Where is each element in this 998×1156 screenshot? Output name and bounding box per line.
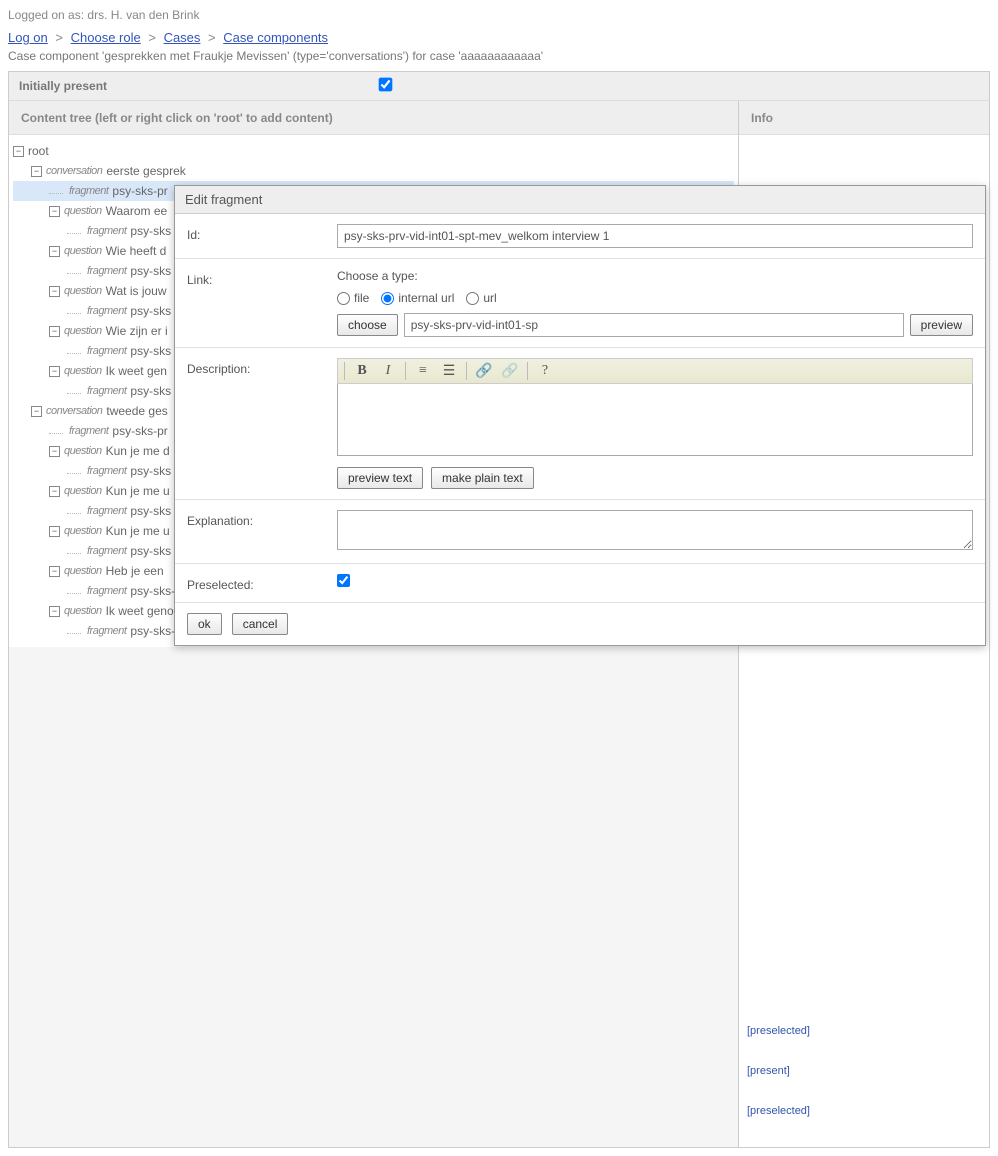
info-cell [747, 901, 981, 921]
info-cell [747, 941, 981, 961]
initially-present-label: Initially present [19, 79, 379, 93]
description-textarea[interactable] [337, 384, 973, 456]
info-cell [747, 701, 981, 721]
tree-toggle[interactable]: − [49, 606, 60, 617]
info-cell: [preselected] [747, 1101, 981, 1121]
breadcrumb-case-components[interactable]: Case components [223, 30, 328, 45]
info-cell [747, 981, 981, 1001]
breadcrumb-cases[interactable]: Cases [164, 30, 201, 45]
tree-root[interactable]: root [28, 141, 49, 161]
link-icon[interactable]: 🔗 [475, 363, 493, 380]
unordered-list-icon[interactable]: ☰ [440, 363, 458, 380]
tree-toggle[interactable]: − [49, 486, 60, 497]
info-cell [747, 741, 981, 761]
info-header: Info [739, 101, 989, 135]
richtext-toolbar: B I ≡ ☰ 🔗 🔗 ? [337, 358, 973, 384]
ordered-list-icon[interactable]: ≡ [414, 363, 432, 379]
radio-internal-url[interactable] [381, 292, 394, 305]
bold-icon[interactable]: B [353, 363, 371, 379]
tree-toggle[interactable]: − [49, 566, 60, 577]
tree-toggle[interactable]: − [49, 446, 60, 457]
info-cell [747, 861, 981, 881]
logged-on-status: Logged on as: drs. H. van den Brink [8, 8, 990, 22]
tree-toggle[interactable]: − [49, 526, 60, 537]
tree-toggle[interactable]: − [49, 246, 60, 257]
info-cell [747, 821, 981, 841]
initially-present-checkbox[interactable] [379, 78, 393, 92]
tree-toggle[interactable]: − [49, 286, 60, 297]
unlink-icon[interactable]: 🔗 [501, 363, 519, 380]
preselected-label: Preselected: [187, 574, 337, 592]
link-value-input[interactable] [404, 313, 904, 337]
tree-toggle[interactable]: − [13, 146, 24, 157]
info-cell: [preselected] [747, 1021, 981, 1041]
tree-toggle[interactable]: − [49, 206, 60, 217]
radio-url[interactable] [466, 292, 479, 305]
explanation-label: Explanation: [187, 510, 337, 528]
breadcrumb-choose-role[interactable]: Choose role [71, 30, 141, 45]
dialog-title: Edit fragment [175, 186, 985, 214]
explanation-textarea[interactable] [337, 510, 973, 550]
choose-type-label: Choose a type: [337, 269, 973, 283]
help-icon[interactable]: ? [536, 363, 554, 379]
preselected-checkbox[interactable] [337, 574, 350, 587]
info-cell [747, 781, 981, 801]
tree-toggle[interactable]: − [49, 326, 60, 337]
page-subtitle: Case component 'gesprekken met Fraukje M… [8, 49, 990, 63]
preview-text-button[interactable]: preview text [337, 467, 423, 489]
content-tree-header: Content tree (left or right click on 'ro… [9, 101, 738, 135]
tree-toggle[interactable]: − [31, 166, 42, 177]
preview-button[interactable]: preview [910, 314, 973, 336]
tree-toggle[interactable]: − [49, 366, 60, 377]
info-cell [747, 661, 981, 681]
radio-file[interactable] [337, 292, 350, 305]
italic-icon[interactable]: I [379, 363, 397, 379]
id-input[interactable] [337, 224, 973, 248]
cancel-button[interactable]: cancel [232, 613, 289, 635]
link-label: Link: [187, 269, 337, 287]
description-label: Description: [187, 358, 337, 376]
make-plain-text-button[interactable]: make plain text [431, 467, 534, 489]
info-cell: [present] [747, 1061, 981, 1081]
choose-button[interactable]: choose [337, 314, 398, 336]
breadcrumb: Log on > Choose role > Cases > Case comp… [8, 30, 990, 45]
ok-button[interactable]: ok [187, 613, 222, 635]
id-label: Id: [187, 224, 337, 242]
tree-toggle[interactable]: − [31, 406, 42, 417]
edit-fragment-dialog: Edit fragment Id: Link: Choose a type: f… [174, 185, 986, 646]
tree-row[interactable]: − conversation eerste gesprek [13, 161, 734, 181]
breadcrumb-logon[interactable]: Log on [8, 30, 48, 45]
